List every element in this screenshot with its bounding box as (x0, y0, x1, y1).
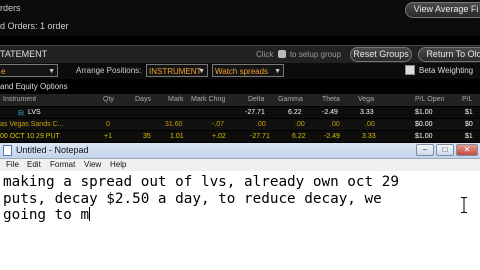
statement-title: TATEMENT (0, 49, 48, 59)
group-hint: Click to setup group (256, 50, 341, 59)
group-gear-icon[interactable] (277, 50, 286, 58)
statement-bar: TATEMENT Click to setup group Reset Grou… (0, 45, 480, 64)
cell-pl-day: $1 (465, 109, 473, 116)
menu-edit[interactable]: Edit (27, 160, 41, 169)
chevron-down-icon: ▼ (48, 68, 55, 75)
table-row[interactable]: 00 OCT 10 29 PUT +1 35 1.01 +.02 -27.71 … (0, 131, 480, 142)
group-hint-click: Click (256, 50, 274, 59)
menu-view[interactable]: View (84, 160, 101, 169)
instrument-dropdown[interactable]: INSTRUMENT ▼ (146, 64, 208, 77)
cell-mark-chng: +.02 (212, 133, 226, 140)
section-header: and Equity Options (0, 80, 480, 93)
col-theta[interactable]: Theta (322, 96, 340, 103)
cell-vega: 3.33 (360, 109, 374, 116)
return-to-old-button[interactable]: Return To Old (418, 47, 480, 62)
cell-vega: .00 (365, 121, 375, 128)
col-instrument[interactable]: Instrument (3, 96, 36, 103)
arrange-row: e ▼ Arrange Positions: INSTRUMENT ▼ Watc… (0, 63, 480, 79)
cell-mark-chng: -.07 (212, 121, 225, 128)
cell-theta: .00 (330, 121, 340, 128)
cell-delta: .00 (256, 121, 266, 128)
cell-gamma: .00 (295, 121, 305, 128)
chevron-down-icon: ▼ (198, 68, 205, 75)
cell-days: 35 (143, 133, 151, 140)
cell-qty: 0 (106, 121, 110, 128)
cell-gamma: 6.22 (292, 133, 306, 140)
positions-table-header: Instrument Qty Days Mark Mark Chng Delta… (0, 94, 480, 106)
watch-spreads-value: Watch spreads (215, 67, 269, 76)
text-line: puts, decay $2.50 a day, to reduce decay… (3, 190, 382, 207)
group-hint-text: to setup group (289, 50, 341, 59)
equity-options-label: and Equity Options (0, 82, 68, 91)
chevron-down-icon: ▼ (274, 68, 281, 75)
maximize-icon[interactable]: □ (436, 144, 454, 156)
notepad-menu-bar: File Edit Format View Help (0, 159, 480, 171)
notepad-window[interactable]: Untitled - Notepad – □ ✕ File Edit Forma… (0, 143, 480, 270)
view-average-button[interactable]: View Average Fi (405, 2, 480, 18)
cell-instrument: LVS (28, 109, 41, 116)
cell-pl-open: $0.00 (415, 121, 433, 128)
working-orders-count: d Orders: 1 order (0, 21, 69, 31)
text-line: making a spread out of lvs, already own … (3, 174, 399, 190)
cell-delta: -27.71 (245, 109, 265, 116)
notepad-icon (3, 145, 12, 156)
text-line-current: going to m (3, 207, 473, 224)
instrument-dropdown-value: INSTRUMENT (149, 67, 202, 76)
menu-help[interactable]: Help (110, 160, 126, 169)
beta-weighting-label: Beta Weighting (419, 66, 474, 75)
cell-instrument: as Vegas Sands C... (0, 121, 64, 128)
col-vega[interactable]: Vega (358, 96, 374, 103)
reset-groups-button[interactable]: Reset Groups (350, 47, 412, 62)
cell-pl-open: $1.00 (415, 133, 433, 140)
menu-format[interactable]: Format (50, 160, 75, 169)
table-row[interactable]: as Vegas Sands C... 0 31.60 -.07 .00 .00… (0, 119, 480, 130)
cell-mark: 1.01 (170, 133, 184, 140)
notepad-title: Untitled - Notepad (16, 145, 89, 155)
arrange-positions-label: Arrange Positions: (76, 66, 142, 75)
cell-pl-open: $1.00 (415, 109, 433, 116)
minimize-icon[interactable]: – (416, 144, 434, 156)
table-row[interactable]: ⊟ LVS -27.71 6.22 -2.49 3.33 $1.00 $1 (0, 107, 480, 118)
watch-spreads-dropdown[interactable]: Watch spreads ▼ (212, 64, 284, 77)
top-bar: rders d Orders: 1 order View Average Fi (0, 0, 480, 36)
cell-theta: -2.49 (322, 109, 338, 116)
col-mark[interactable]: Mark (168, 96, 184, 103)
cell-qty: +1 (104, 133, 112, 140)
beta-weighting-checkbox[interactable] (405, 65, 415, 75)
ibeam-cursor-icon (461, 197, 467, 213)
col-gamma[interactable]: Gamma (278, 96, 303, 103)
col-qty[interactable]: Qty (103, 96, 114, 103)
cell-vega: 3.33 (362, 133, 376, 140)
row-expand-icon[interactable]: ⊟ (18, 109, 24, 117)
notepad-title-bar[interactable]: Untitled - Notepad – □ ✕ (0, 143, 480, 159)
cell-pl-day: $0 (465, 121, 473, 128)
cell-mark: 31.60 (165, 121, 183, 128)
col-days[interactable]: Days (135, 96, 151, 103)
col-mark-chng[interactable]: Mark Chng (191, 96, 225, 103)
cell-pl-day: $1 (465, 133, 473, 140)
text-caret (89, 207, 91, 221)
notepad-text-area[interactable]: making a spread out of lvs, already own … (3, 174, 473, 224)
close-icon[interactable]: ✕ (456, 144, 478, 156)
account-dropdown-value: e (1, 67, 6, 76)
text-line: going to m (3, 207, 90, 223)
cell-theta: -2.49 (324, 133, 340, 140)
col-pl-day[interactable]: P/L (462, 96, 473, 103)
menu-file[interactable]: File (6, 160, 19, 169)
orders-header: rders (0, 3, 21, 13)
cell-delta: -27.71 (250, 133, 270, 140)
col-delta[interactable]: Delta (248, 96, 264, 103)
cell-gamma: 6.22 (288, 109, 302, 116)
cell-instrument: 00 OCT 10 29 PUT (0, 133, 60, 140)
account-dropdown[interactable]: e ▼ (0, 64, 58, 77)
col-pl-open[interactable]: P/L Open (415, 96, 444, 103)
